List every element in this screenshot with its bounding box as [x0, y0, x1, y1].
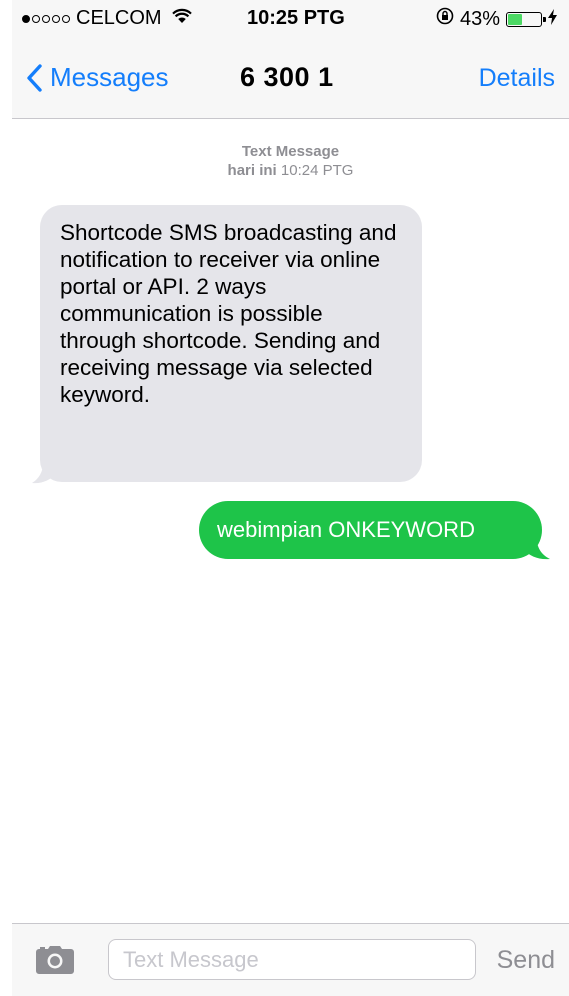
back-button[interactable]: Messages [26, 62, 169, 93]
status-time: 10:25 PTG [247, 7, 345, 29]
back-button-label: Messages [50, 62, 169, 92]
messages-screen: CELCOM 10:25 PTG 43% Messages 6 300 1 De… [12, 0, 569, 996]
timestamp-day: hari ini [227, 162, 277, 179]
signal-strength-icon [22, 14, 70, 23]
orientation-lock-icon [436, 7, 454, 31]
status-right: 43% [436, 7, 557, 31]
status-bar: CELCOM 10:25 PTG 43% [12, 0, 569, 40]
camera-icon [36, 946, 74, 974]
screen-edge [0, 0, 12, 996]
battery-icon [506, 11, 546, 27]
chevron-left-icon [27, 63, 42, 92]
wifi-icon [171, 7, 192, 30]
message-input[interactable] [108, 939, 476, 980]
navigation-bar: Messages 6 300 1 Details [12, 40, 569, 119]
status-left: CELCOM [22, 7, 192, 30]
lightning-bolt-icon [548, 8, 557, 31]
incoming-message-bubble[interactable]: Shortcode SMS broadcasting and notificat… [40, 205, 422, 482]
timestamp-datetime: hari ini 10:24 PTG [12, 161, 569, 180]
camera-button[interactable] [36, 946, 74, 979]
carrier-name: CELCOM [76, 7, 162, 29]
message-composer: Send [12, 923, 569, 996]
outgoing-message-bubble[interactable]: webimpian ONKEYWORD [199, 501, 542, 559]
battery-percent: 43% [459, 7, 500, 30]
send-button[interactable]: Send [497, 946, 555, 975]
details-button[interactable]: Details [479, 64, 555, 93]
conversation-title: 6 300 1 [240, 62, 334, 92]
timestamp-time: 10:24 PTG [280, 162, 354, 179]
timestamp-type: Text Message [241, 143, 340, 160]
message-timestamp: Text Message hari ini 10:24 PTG [12, 142, 569, 180]
